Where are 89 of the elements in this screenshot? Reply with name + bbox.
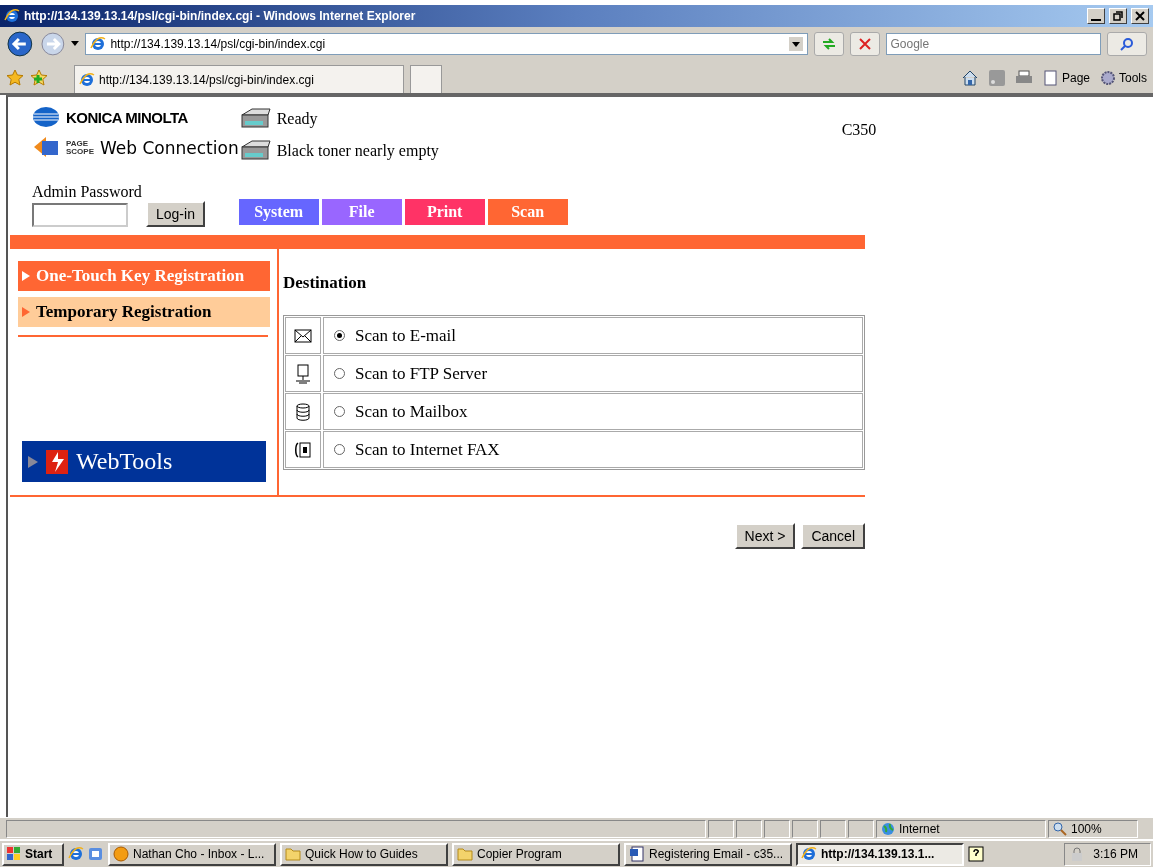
option-label: Scan to Mailbox xyxy=(355,401,468,422)
option-label: Scan to Internet FAX xyxy=(355,439,500,460)
refresh-button[interactable] xyxy=(814,32,844,56)
gear-icon xyxy=(1100,70,1116,86)
status-text: Ready xyxy=(276,110,318,128)
taskbar-button[interactable]: Quick How to Guides xyxy=(280,842,448,866)
clock: 3:16 PM xyxy=(1093,847,1138,861)
model-name: C350 xyxy=(841,121,877,140)
desktop-icon[interactable] xyxy=(88,846,104,862)
browser-icon xyxy=(801,846,817,862)
option-label: Scan to FTP Server xyxy=(355,363,488,384)
nav-tab[interactable]: Print xyxy=(404,199,485,225)
help-icon[interactable] xyxy=(968,846,984,862)
field-label: Admin Password xyxy=(32,183,143,201)
dropdown-icon[interactable] xyxy=(789,37,804,51)
restore-icon xyxy=(1113,11,1123,21)
globe-icon xyxy=(881,821,895,836)
add-favorite-icon[interactable] xyxy=(30,69,48,87)
taskbar-button[interactable]: http://134.139.13.1... xyxy=(796,842,964,866)
menu-item[interactable]: Temporary Registration xyxy=(18,297,270,327)
forward-button[interactable] xyxy=(39,31,66,57)
login-button[interactable]: Log-in xyxy=(146,201,205,227)
restore-button[interactable] xyxy=(1109,8,1127,24)
triangle-icon xyxy=(22,307,30,317)
database-icon xyxy=(296,402,310,421)
brand-logo: KONICA MINOLTA xyxy=(32,107,239,127)
start-button[interactable]: Start xyxy=(2,842,64,866)
password-field[interactable] xyxy=(32,203,128,227)
section-heading: Destination xyxy=(283,273,368,293)
browser-icon xyxy=(90,36,107,52)
status-text: Black toner nearly empty xyxy=(276,142,439,160)
envelope-icon xyxy=(294,328,312,343)
command-menu[interactable]: Page xyxy=(1042,70,1090,86)
close-button[interactable] xyxy=(1131,8,1149,24)
fax-icon xyxy=(294,440,312,459)
status-pane xyxy=(792,819,818,838)
printer-icon[interactable] xyxy=(1014,70,1033,86)
mail-app-icon xyxy=(113,846,129,862)
window-title: http://134.139.13.14/psl/cgi-bin/index.cgi - Windows Internet Explorer xyxy=(24,9,417,23)
folder-icon xyxy=(285,847,301,861)
nav-tab[interactable]: System xyxy=(238,199,319,225)
close-icon xyxy=(858,38,871,50)
search-button[interactable] xyxy=(1107,32,1147,56)
zone-indicator: Internet xyxy=(876,819,1046,838)
back-button[interactable] xyxy=(6,30,34,58)
search-icon xyxy=(1120,37,1135,51)
cancel-button[interactable]: Cancel xyxy=(801,523,865,549)
browser-icon xyxy=(4,8,20,24)
document-icon xyxy=(629,846,645,862)
browser-tab[interactable]: http://134.139.13.14/psl/cgi-bin/index.cgi xyxy=(74,65,404,93)
folder-icon xyxy=(457,847,473,861)
taskbar-button[interactable]: Nathan Cho - Inbox - L... xyxy=(108,842,276,866)
computer-icon xyxy=(295,363,311,384)
minimize-button[interactable] xyxy=(1087,8,1105,24)
printer-warning-icon xyxy=(238,139,273,163)
option-label: Scan to E-mail xyxy=(355,325,457,346)
home-icon[interactable] xyxy=(960,69,979,87)
triangle-icon xyxy=(22,271,30,281)
globe-logo-icon xyxy=(32,107,60,127)
browser-icon xyxy=(68,846,84,862)
new-tab-button[interactable] xyxy=(410,65,442,93)
taskbar-button[interactable]: Copier Program xyxy=(452,842,620,866)
windows-logo-icon xyxy=(7,847,21,861)
flame-logo-icon xyxy=(46,449,68,474)
star-icon[interactable] xyxy=(6,69,24,87)
webtools-link[interactable]: WebTools xyxy=(22,441,266,482)
caret-icon[interactable] xyxy=(71,41,80,47)
refresh-icon xyxy=(820,37,837,51)
nav-tab[interactable]: File xyxy=(321,199,402,225)
status-pane xyxy=(764,819,790,838)
zoom-icon xyxy=(1053,821,1067,836)
lock-icon xyxy=(1071,847,1084,861)
status-pane xyxy=(708,819,734,838)
command-menu[interactable]: Tools xyxy=(1100,70,1147,86)
printer-icon xyxy=(238,107,273,131)
zoom-control[interactable]: 100% xyxy=(1048,819,1138,838)
close-icon xyxy=(1135,11,1145,21)
triangle-icon xyxy=(28,455,38,468)
search-field[interactable]: Google xyxy=(885,33,1102,55)
page-icon xyxy=(1042,70,1059,86)
status-pane xyxy=(736,819,762,838)
next-button[interactable]: Next > xyxy=(734,523,796,549)
stop-button[interactable] xyxy=(849,32,880,56)
status-pane xyxy=(848,819,874,838)
minimize-icon xyxy=(1091,18,1101,21)
taskbar-button[interactable]: Registering Email - c35... xyxy=(624,842,792,866)
browser-icon xyxy=(79,71,95,88)
address-field[interactable]: http://134.139.13.14/psl/cgi-bin/index.cgi xyxy=(85,33,809,55)
status-pane xyxy=(820,819,846,838)
